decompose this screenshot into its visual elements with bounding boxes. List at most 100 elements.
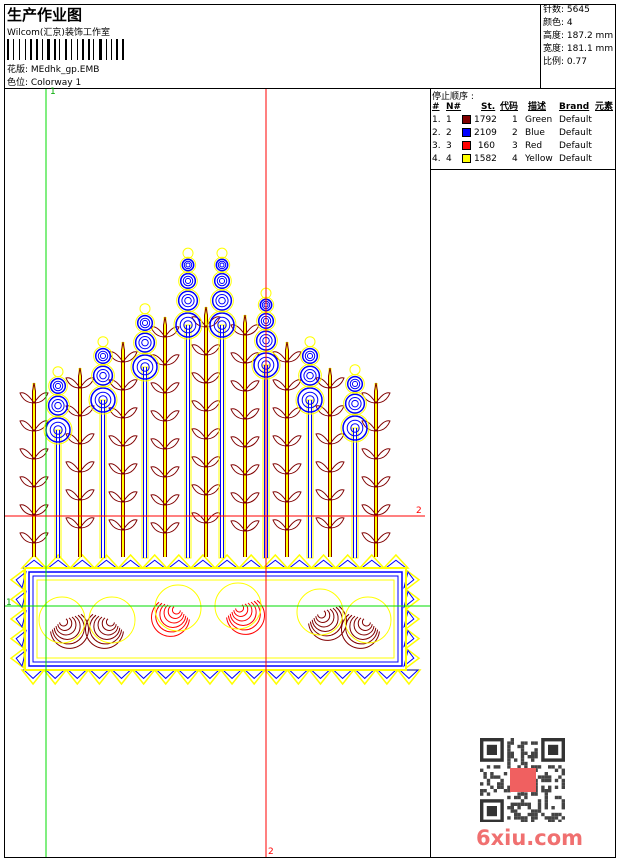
qr-module	[497, 775, 501, 779]
leaf	[65, 461, 81, 473]
flower-stem-outline	[306, 399, 314, 559]
qr-module	[561, 768, 565, 772]
qr-module	[544, 775, 548, 779]
qr-module	[510, 755, 514, 759]
watermark-logo: 6xiu.com	[476, 826, 584, 850]
qr-module	[510, 809, 514, 813]
leaf	[19, 392, 35, 404]
qr-module	[486, 792, 491, 796]
flower-outline	[176, 288, 200, 313]
zigzag-tooth-inner	[312, 559, 336, 569]
qr-module	[537, 765, 542, 769]
leaf	[230, 352, 246, 364]
leaf	[315, 433, 331, 445]
qr-module	[534, 741, 538, 745]
flower-center	[141, 319, 149, 327]
qr-module	[534, 812, 538, 817]
company-name: Wilcom(汇京)装饰工作室	[7, 28, 110, 38]
row-brand: Default	[559, 115, 592, 125]
swirl-line	[317, 610, 327, 619]
flower-center	[99, 371, 107, 380]
barcode-bar	[19, 39, 20, 60]
leaf	[329, 377, 345, 389]
qr-module	[561, 816, 565, 820]
qr-module	[520, 748, 525, 752]
qr-module	[507, 748, 511, 752]
leaf	[205, 344, 221, 356]
qr-module	[507, 761, 511, 766]
leaf	[361, 532, 377, 544]
qr-module	[480, 792, 484, 796]
qr-module	[534, 751, 538, 755]
zigzag-tooth	[241, 669, 267, 686]
qr-module	[480, 768, 484, 772]
zigzag-tooth-inner	[287, 559, 311, 569]
leaf	[79, 405, 95, 417]
qr-module	[551, 819, 555, 822]
qr-module	[561, 802, 565, 806]
qr-seal-logo	[510, 768, 536, 792]
flower-outline	[93, 346, 113, 366]
leaf	[205, 400, 221, 412]
flower-center	[351, 399, 359, 408]
qr-module	[558, 795, 562, 800]
flower-outline	[212, 271, 232, 291]
zigzag-tooth	[330, 669, 356, 686]
flower-ring	[52, 380, 64, 392]
leaf	[286, 519, 302, 531]
row-desc: Green	[525, 115, 553, 125]
flower-center	[218, 277, 226, 285]
col-header: Brand	[559, 102, 590, 112]
barcode-bar	[106, 39, 107, 60]
row-index: 3.	[432, 141, 441, 151]
qr-module	[486, 765, 491, 769]
flower-stem-outline	[141, 366, 149, 559]
barcode	[7, 39, 124, 60]
leaf	[244, 464, 260, 476]
qr-module	[517, 812, 521, 817]
barcode-bar	[13, 39, 14, 60]
qr-module	[531, 758, 535, 762]
qr-module	[490, 772, 494, 776]
leaf	[244, 436, 260, 448]
barcode-bar	[54, 39, 56, 60]
flower-bud	[182, 247, 194, 259]
qr-module	[514, 758, 518, 762]
qr-module	[537, 799, 542, 803]
leaf	[191, 484, 207, 496]
zigzag-tooth-inner	[191, 559, 215, 569]
qr-module	[524, 792, 528, 796]
leaf	[230, 520, 246, 532]
row-n: 1	[446, 115, 452, 125]
zigzag-tooth-inner	[119, 559, 143, 569]
flower-ring	[139, 317, 151, 329]
leaf	[286, 379, 302, 391]
row-desc: Yellow	[525, 154, 553, 164]
qr-module	[548, 819, 552, 822]
table-header: # N# St. 代码 描述 Brand 元素	[432, 101, 616, 113]
qr-module	[548, 765, 552, 769]
leaf	[375, 420, 391, 432]
design-info: 针数: 5645 颜色: 4 高度: 187.2 mm 宽度: 181.1 mm…	[540, 4, 616, 88]
flower-center	[219, 262, 225, 268]
leaf	[164, 438, 180, 450]
qr-module	[544, 789, 548, 793]
flower-outline	[135, 313, 155, 333]
flower-center	[184, 277, 192, 285]
row-stitches: 1582	[474, 154, 497, 164]
qr-module	[503, 772, 508, 776]
qr-module	[520, 819, 525, 822]
qr-module	[514, 795, 518, 800]
qr-module	[561, 778, 565, 783]
qr-module	[520, 799, 525, 803]
qr-module	[517, 816, 521, 820]
qr-module	[524, 751, 528, 755]
color-swatch	[462, 141, 471, 150]
qr-module	[544, 795, 548, 800]
width: 宽度: 181.1 mm	[543, 44, 614, 54]
barcode-bar	[88, 39, 90, 60]
zigzag-tooth	[189, 553, 217, 569]
leaf	[164, 522, 180, 534]
qr-module	[524, 816, 528, 820]
qr-module	[480, 782, 484, 786]
